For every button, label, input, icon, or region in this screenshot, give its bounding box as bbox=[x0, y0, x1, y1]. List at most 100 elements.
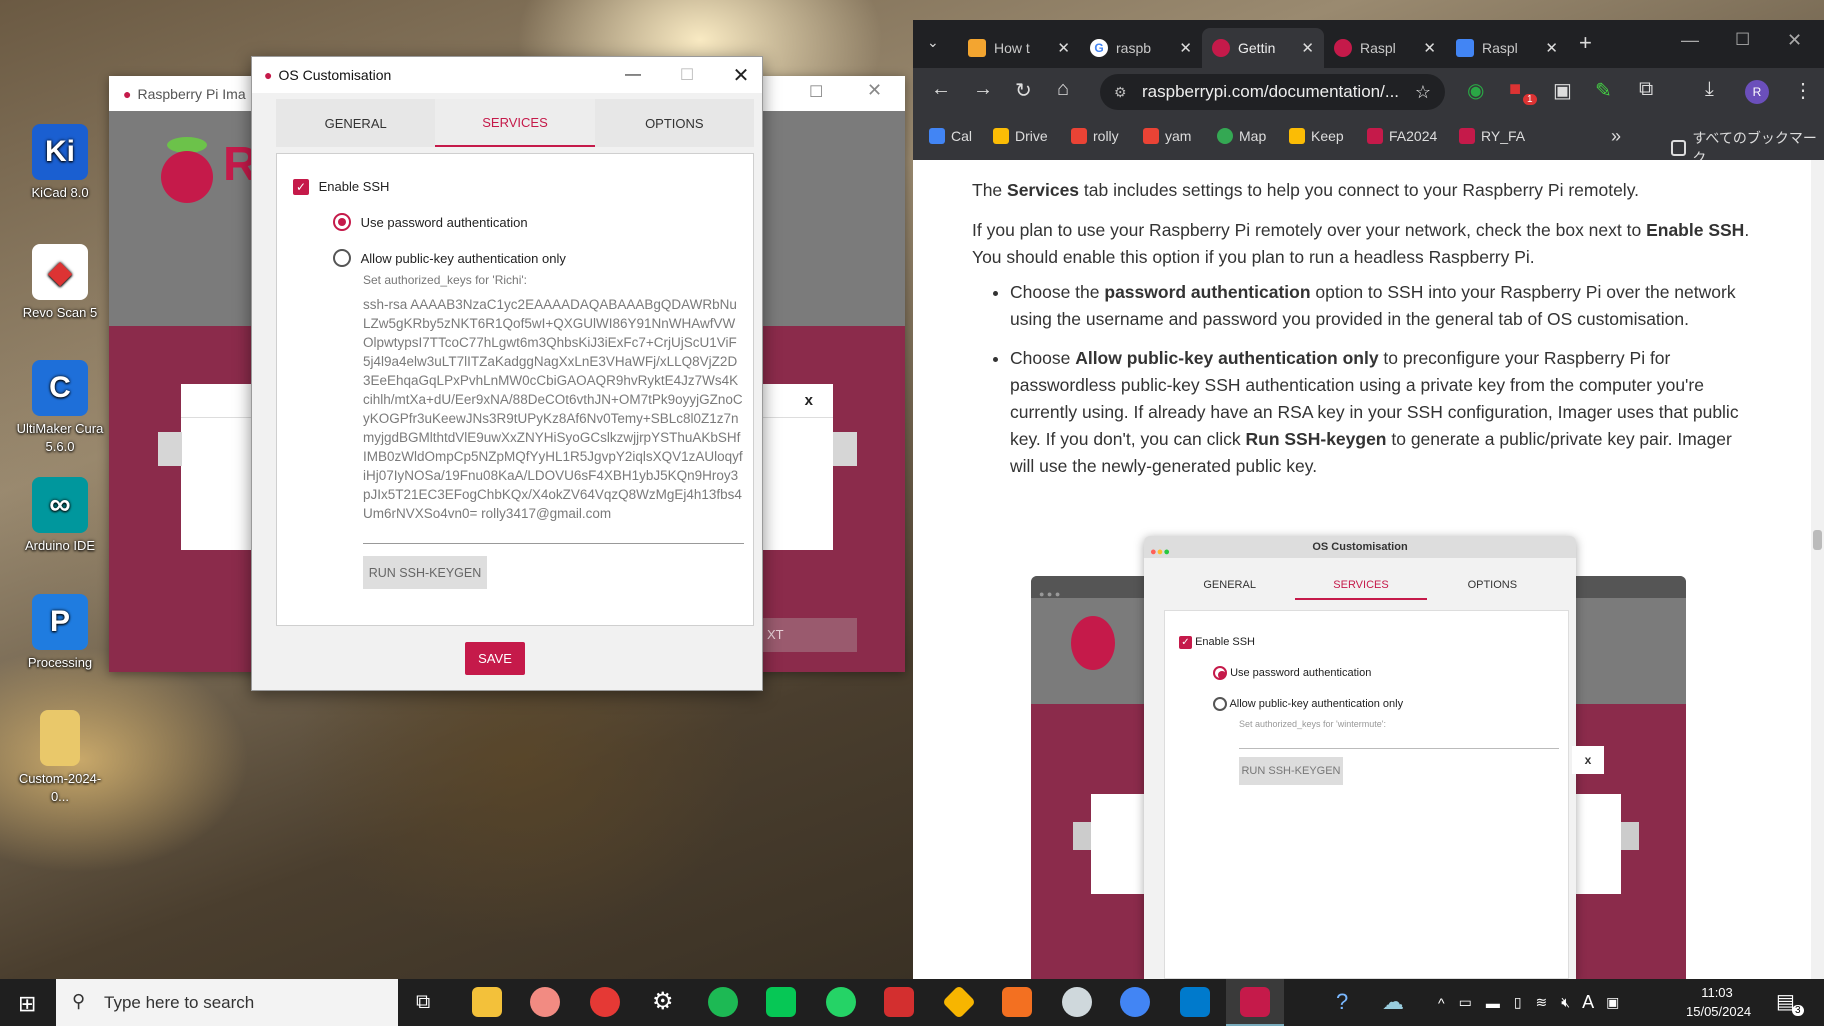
browser-tab-3[interactable]: Gettin ✕ bbox=[1202, 28, 1324, 68]
usb-icon[interactable]: ▯ bbox=[1514, 994, 1522, 1011]
browser-tab-2[interactable]: G raspb ✕ bbox=[1080, 28, 1202, 68]
clock[interactable]: 11:03 15/05/2024 bbox=[1686, 983, 1751, 1021]
minimize-button[interactable]: — bbox=[610, 57, 656, 93]
keep-icon bbox=[1289, 128, 1305, 144]
app-diamond-icon[interactable] bbox=[942, 985, 976, 1019]
save-button[interactable]: SAVE bbox=[465, 642, 525, 675]
bookmark-drive[interactable]: Drive bbox=[993, 128, 1048, 144]
profile-avatar[interactable]: R bbox=[1745, 80, 1769, 104]
app-icon[interactable] bbox=[1062, 987, 1092, 1017]
bookmark-keep[interactable]: Keep bbox=[1289, 128, 1344, 144]
browser-tab-1[interactable]: How t ✕ bbox=[958, 28, 1080, 68]
tab-options[interactable]: OPTIONS bbox=[595, 99, 754, 147]
more-bookmarks-icon[interactable]: » bbox=[1611, 126, 1621, 147]
task-view-icon[interactable]: ⧉ bbox=[416, 991, 430, 1014]
volume-muted-icon[interactable]: 🔇︎ bbox=[1561, 994, 1570, 1011]
tab-close-icon[interactable]: ✕ bbox=[1057, 39, 1070, 57]
calendar-icon bbox=[929, 128, 945, 144]
reload-icon[interactable]: ↻ bbox=[1015, 78, 1032, 103]
vscode-icon[interactable] bbox=[1180, 987, 1210, 1017]
tab-strip: ⌄ How t ✕ G raspb ✕ Gettin ✕ Raspl ✕ Ras… bbox=[913, 20, 1824, 68]
tab-close-icon[interactable]: ✕ bbox=[1301, 39, 1314, 57]
maximize-icon[interactable]: ☐ bbox=[1735, 30, 1750, 50]
windows-start-icon[interactable]: ⊞ bbox=[18, 991, 36, 1017]
password-auth-row[interactable]: Use password authentication bbox=[333, 213, 528, 231]
settings-gear-icon[interactable]: ⚙ bbox=[652, 987, 674, 1016]
menu-icon[interactable]: ⋮ bbox=[1793, 78, 1813, 103]
pubkey-auth-radio[interactable] bbox=[333, 249, 351, 267]
bookmark-rolly[interactable]: rolly bbox=[1071, 128, 1119, 144]
close-button[interactable]: ✕ bbox=[718, 57, 764, 93]
close-icon[interactable]: ✕ bbox=[867, 80, 882, 101]
cloud-icon[interactable]: ☁ bbox=[1382, 989, 1404, 1015]
desktop-icon-processing[interactable]: P Processing bbox=[10, 594, 110, 672]
bookmark-fa2024[interactable]: FA2024 bbox=[1367, 128, 1437, 144]
tab-search-icon[interactable]: ⌄ bbox=[927, 34, 939, 51]
new-tab-icon[interactable]: + bbox=[1579, 30, 1592, 56]
browser-tab-5[interactable]: Raspl ✕ bbox=[1446, 28, 1568, 68]
wifi-icon[interactable]: ≋ bbox=[1536, 994, 1548, 1011]
tab-general[interactable]: GENERAL bbox=[276, 99, 435, 147]
browser-tab-4[interactable]: Raspl ✕ bbox=[1324, 28, 1446, 68]
extensions-puzzle-icon[interactable]: ⧉ bbox=[1639, 78, 1653, 101]
grammarly-icon[interactable]: ◉ bbox=[1467, 78, 1484, 103]
tab-services[interactable]: SERVICES bbox=[435, 99, 595, 147]
scrollbar-thumb[interactable] bbox=[1813, 530, 1822, 550]
maximize-button[interactable]: ☐ bbox=[664, 57, 710, 93]
download-icon[interactable]: ⤓ bbox=[1705, 78, 1714, 101]
pubkey-auth-row[interactable]: Allow public-key authentication only bbox=[333, 249, 566, 267]
bookmark-star-icon[interactable]: ☆ bbox=[1415, 82, 1431, 103]
back-icon[interactable]: ← bbox=[931, 78, 951, 101]
meet-now-icon[interactable]: ▭ bbox=[1459, 994, 1472, 1011]
chrome-icon[interactable] bbox=[1120, 987, 1150, 1017]
forward-icon[interactable]: → bbox=[973, 78, 993, 101]
tab-close-icon[interactable]: ✕ bbox=[1423, 39, 1436, 57]
tab-close-icon[interactable]: ✕ bbox=[1545, 39, 1558, 57]
fusion-icon[interactable] bbox=[1002, 987, 1032, 1017]
bookmark-yam[interactable]: yam bbox=[1143, 128, 1191, 144]
chevron-up-icon[interactable]: ^ bbox=[1438, 995, 1445, 1011]
gmail-icon bbox=[1143, 128, 1159, 144]
ime-indicator[interactable]: A bbox=[1582, 992, 1594, 1013]
page-scrollbar[interactable] bbox=[1811, 160, 1824, 979]
password-auth-radio[interactable] bbox=[333, 213, 351, 231]
site-info-icon[interactable]: ⚙ bbox=[1114, 84, 1127, 101]
desktop-icon-revo-scan[interactable]: ◆ Revo Scan 5 bbox=[10, 244, 110, 322]
desktop-icon-cura[interactable]: C UltiMaker Cura 5.6.0 bbox=[10, 360, 110, 456]
popup-close-button[interactable]: x bbox=[805, 392, 813, 409]
bookmark-ry-fa[interactable]: RY_FA bbox=[1459, 128, 1525, 144]
home-icon[interactable]: ⌂ bbox=[1057, 78, 1069, 101]
tab-close-icon[interactable]: ✕ bbox=[1179, 39, 1192, 57]
taskbar-search[interactable]: ⚲ Type here to search bbox=[56, 979, 398, 1026]
spotify-icon[interactable] bbox=[708, 987, 738, 1017]
close-icon[interactable]: ✕ bbox=[1787, 30, 1802, 51]
recorder-icon[interactable] bbox=[590, 987, 620, 1017]
minimize-icon[interactable]: — bbox=[1681, 30, 1699, 51]
ime-mode-icon[interactable]: ▣ bbox=[1606, 994, 1619, 1011]
battery-icon[interactable]: ▬ bbox=[1486, 995, 1500, 1011]
photos-icon[interactable] bbox=[530, 987, 560, 1017]
bookmark-map[interactable]: Map bbox=[1217, 128, 1266, 144]
whatsapp-icon[interactable] bbox=[826, 987, 856, 1017]
help-icon[interactable]: ? bbox=[1336, 989, 1348, 1015]
taskbar-active-app[interactable] bbox=[1226, 979, 1284, 1026]
pen-icon[interactable]: ✎ bbox=[1595, 78, 1612, 103]
bookmark-cal[interactable]: Cal bbox=[929, 128, 972, 144]
enable-ssh-checkbox[interactable]: ✓ bbox=[293, 178, 309, 195]
desktop-icon-arduino[interactable]: ∞ Arduino IDE bbox=[10, 477, 110, 555]
desktop-icon-kicad[interactable]: Ki KiCad 8.0 bbox=[10, 124, 110, 202]
line-icon[interactable] bbox=[766, 987, 796, 1017]
extension-icon[interactable]: ■ bbox=[1509, 78, 1521, 101]
enable-ssh-row[interactable]: ✓ Enable SSH bbox=[293, 178, 389, 195]
desktop-icon-folder[interactable]: Custom-2024-0... bbox=[10, 710, 110, 806]
acrobat-icon[interactable] bbox=[884, 987, 914, 1017]
run-ssh-keygen-button[interactable]: RUN SSH-KEYGEN bbox=[363, 556, 487, 589]
maximize-icon[interactable]: ☐ bbox=[809, 82, 823, 102]
extension-icon[interactable]: ▣ bbox=[1553, 78, 1572, 103]
address-bar[interactable]: ⚙ raspberrypi.com/documentation/... ☆ bbox=[1100, 74, 1445, 110]
next-button[interactable]: XT bbox=[749, 618, 857, 652]
clock-time: 11:03 bbox=[1701, 985, 1733, 1000]
file-explorer-icon[interactable] bbox=[472, 987, 502, 1017]
kicad-icon: Ki bbox=[32, 124, 88, 180]
authorized-keys-field[interactable]: ssh-rsa AAAAB3NzaC1yc2EAAAADAQABAAABgQDA… bbox=[363, 295, 744, 523]
